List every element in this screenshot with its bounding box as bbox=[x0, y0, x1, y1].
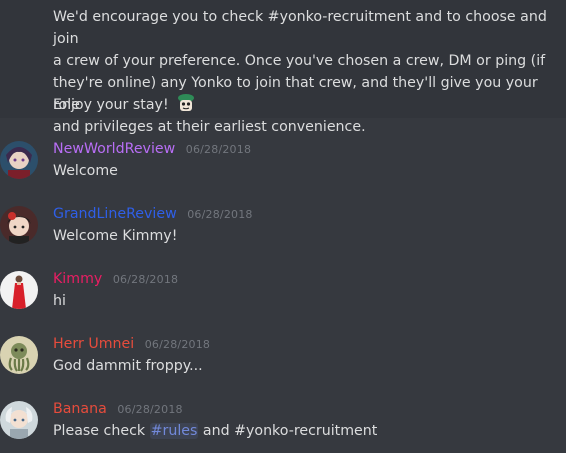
message-header: Herr Umnei 06/28/2018 bbox=[53, 334, 210, 355]
message-content-enjoy: Enjoy your stay! bbox=[53, 94, 196, 116]
text-prefix: Please check bbox=[53, 423, 150, 439]
chat-messages: We'd encourage you to check #yonko-recru… bbox=[0, 0, 566, 453]
avatar[interactable] bbox=[0, 336, 38, 374]
message-content: Welcome bbox=[53, 163, 118, 179]
timestamp: 06/28/2018 bbox=[117, 403, 183, 416]
message-content: Please check #rules and #yonko-recruitme… bbox=[53, 420, 377, 442]
message-item: Kimmy 06/28/2018 hi bbox=[0, 269, 566, 329]
timestamp: 06/28/2018 bbox=[185, 143, 252, 156]
message-item: Herr Umnei 06/28/2018 God dammit froppy.… bbox=[0, 334, 566, 394]
message-content: We'd encourage you to check #yonko-recru… bbox=[53, 9, 547, 135]
message-item: NewWorldReview 06/28/2018 Welcome bbox=[0, 139, 566, 199]
avatar[interactable] bbox=[0, 206, 38, 244]
author-name[interactable]: Banana bbox=[53, 401, 107, 417]
enjoy-text: Enjoy your stay! bbox=[53, 97, 169, 113]
message-header: NewWorldReview 06/28/2018 bbox=[53, 139, 251, 160]
frog-emoji-icon bbox=[176, 93, 196, 113]
author-name[interactable]: Herr Umnei bbox=[53, 336, 134, 352]
message-header: GrandLineReview 06/28/2018 bbox=[53, 204, 253, 225]
message-item: Banana 06/28/2018 Please check #rules an… bbox=[0, 399, 566, 453]
previous-message: We'd encourage you to check #yonko-recru… bbox=[0, 0, 566, 135]
timestamp: 06/28/2018 bbox=[187, 208, 253, 221]
avatar[interactable] bbox=[0, 141, 38, 179]
avatar[interactable] bbox=[0, 271, 38, 309]
message-header: Kimmy 06/28/2018 bbox=[53, 269, 178, 290]
message-header: Banana 06/28/2018 bbox=[53, 399, 183, 420]
message-content: Welcome Kimmy! bbox=[53, 228, 178, 244]
message-content: God dammit froppy... bbox=[53, 358, 203, 374]
author-name[interactable]: GrandLineReview bbox=[53, 206, 177, 222]
channel-mention-rules[interactable]: #rules bbox=[149, 423, 199, 439]
message-content: hi bbox=[53, 293, 66, 309]
avatar[interactable] bbox=[0, 401, 38, 439]
timestamp: 06/28/2018 bbox=[144, 338, 211, 351]
text-suffix: and #yonko-recruitment bbox=[198, 423, 378, 439]
author-name[interactable]: Kimmy bbox=[53, 271, 102, 287]
timestamp: 06/28/2018 bbox=[112, 273, 179, 286]
author-name[interactable]: NewWorldReview bbox=[53, 141, 175, 157]
message-item: GrandLineReview 06/28/2018 Welcome Kimmy… bbox=[0, 204, 566, 264]
